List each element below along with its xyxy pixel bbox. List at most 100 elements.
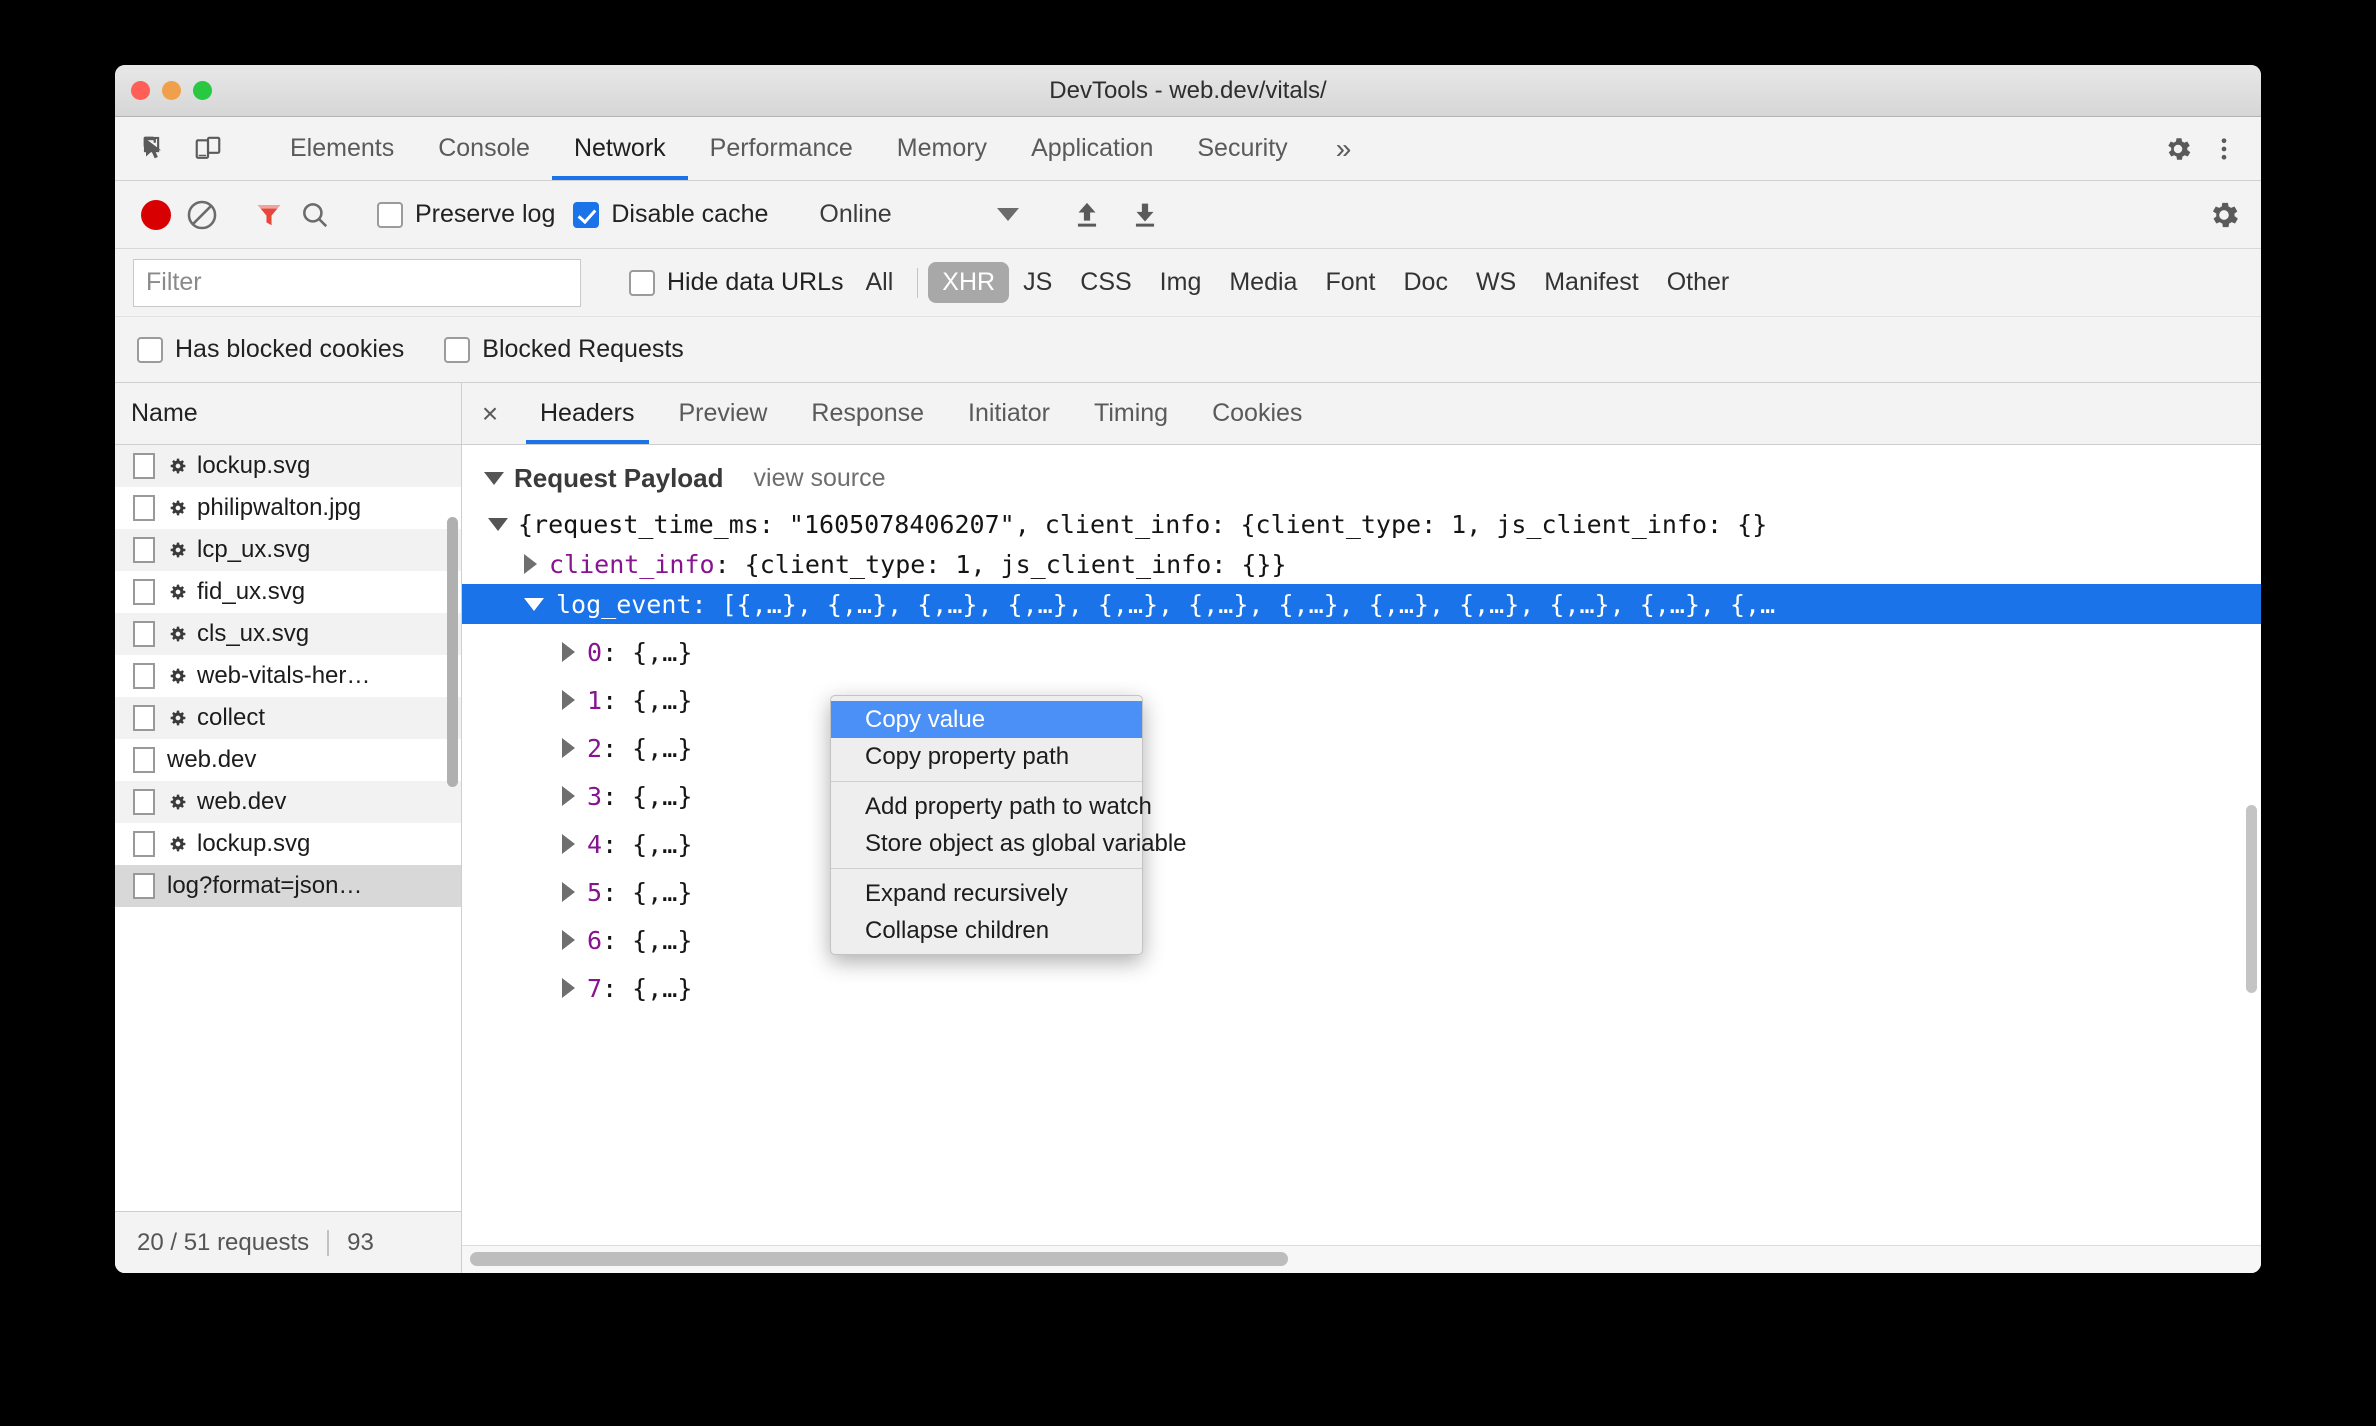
tab-network[interactable]: Network: [551, 117, 688, 180]
triangle-right-icon[interactable]: [562, 834, 575, 854]
more-tabs-chevron-icon[interactable]: »: [1310, 117, 1378, 180]
zoom-window-button[interactable]: [193, 81, 212, 100]
download-arrow-icon[interactable]: [1122, 192, 1168, 238]
payload-vertical-scrollbar[interactable]: [2246, 805, 2257, 993]
view-source-link[interactable]: view source: [754, 464, 886, 493]
detail-tab-timing[interactable]: Timing: [1072, 383, 1190, 444]
preserve-log-box[interactable]: [377, 201, 403, 228]
log-event-item-row[interactable]: 0: {,…}: [462, 632, 2261, 672]
menu-item[interactable]: Collapse children: [831, 912, 1142, 949]
payload-section-toggle[interactable]: Request Payload: [484, 463, 724, 494]
log-event-item-row[interactable]: 4: {,…}: [462, 824, 2261, 864]
filter-type-js[interactable]: JS: [1009, 262, 1066, 303]
request-row[interactable]: web-vitals-her…: [115, 655, 461, 697]
more-vertical-icon[interactable]: [2201, 126, 2247, 172]
request-row-checkbox[interactable]: [133, 705, 155, 731]
record-icon[interactable]: [133, 192, 179, 238]
request-row[interactable]: cls_ux.svg: [115, 613, 461, 655]
settings-gear-icon[interactable]: [2155, 126, 2201, 172]
preserve-log-checkbox[interactable]: Preserve log: [377, 200, 555, 229]
detail-tab-cookies[interactable]: Cookies: [1190, 383, 1324, 444]
request-row-checkbox[interactable]: [133, 831, 155, 857]
device-toolbar-icon[interactable]: [185, 126, 231, 172]
detail-tab-preview[interactable]: Preview: [657, 383, 790, 444]
request-row-checkbox[interactable]: [133, 789, 155, 815]
menu-item[interactable]: Store object as global variable: [831, 825, 1187, 862]
log-event-item-row[interactable]: 7: {,…}: [462, 968, 2261, 1008]
menu-item[interactable]: Copy property path: [831, 738, 1142, 775]
tab-security[interactable]: Security: [1175, 117, 1309, 180]
close-window-button[interactable]: [131, 81, 150, 100]
hide-data-urls-checkbox[interactable]: Hide data URLs: [629, 268, 843, 297]
payload-horizontal-scrollbar[interactable]: [470, 1252, 1288, 1266]
request-row[interactable]: philipwalton.jpg: [115, 487, 461, 529]
menu-item[interactable]: Expand recursively: [831, 875, 1142, 912]
has-blocked-cookies-checkbox[interactable]: Has blocked cookies: [137, 335, 404, 364]
request-list-scrollbar[interactable]: [447, 517, 458, 787]
triangle-down-icon[interactable]: [488, 517, 508, 531]
tab-performance[interactable]: Performance: [688, 117, 875, 180]
detail-tab-response[interactable]: Response: [789, 383, 946, 444]
request-row[interactable]: web.dev: [115, 781, 461, 823]
filter-type-ws[interactable]: WS: [1462, 262, 1530, 303]
triangle-right-icon[interactable]: [562, 642, 575, 662]
triangle-right-icon[interactable]: [562, 738, 575, 758]
detail-tab-headers[interactable]: Headers: [518, 383, 657, 444]
filter-type-css[interactable]: CSS: [1066, 262, 1145, 303]
filter-type-media[interactable]: Media: [1215, 262, 1311, 303]
menu-item[interactable]: Add property path to watch: [831, 788, 1152, 825]
filter-type-all[interactable]: All: [851, 262, 907, 303]
triangle-down-icon[interactable]: [524, 597, 544, 611]
filter-type-manifest[interactable]: Manifest: [1530, 262, 1652, 303]
menu-item[interactable]: Copy value: [831, 701, 1142, 738]
upload-arrow-icon[interactable]: [1064, 192, 1110, 238]
request-row[interactable]: lockup.svg: [115, 445, 461, 487]
triangle-right-icon[interactable]: [562, 882, 575, 902]
request-row-checkbox[interactable]: [133, 747, 155, 773]
filter-funnel-icon[interactable]: [246, 192, 292, 238]
request-row[interactable]: web.dev: [115, 739, 461, 781]
tab-application[interactable]: Application: [1009, 117, 1175, 180]
throttling-select[interactable]: Online: [819, 200, 1020, 229]
filter-type-font[interactable]: Font: [1311, 262, 1389, 303]
log-event-item-row[interactable]: 6: {,…}: [462, 920, 2261, 960]
clear-icon[interactable]: [179, 192, 225, 238]
blocked-requests-checkbox[interactable]: Blocked Requests: [444, 335, 684, 364]
request-row[interactable]: log?format=json…: [115, 865, 461, 907]
disable-cache-box[interactable]: [573, 201, 600, 228]
filter-type-doc[interactable]: Doc: [1389, 262, 1461, 303]
has-blocked-cookies-box[interactable]: [137, 336, 163, 363]
request-name-column-header[interactable]: Name: [115, 383, 461, 445]
disable-cache-checkbox[interactable]: Disable cache: [573, 200, 768, 229]
filter-type-xhr[interactable]: XHR: [928, 262, 1010, 303]
minimize-window-button[interactable]: [162, 81, 181, 100]
log-event-item-row[interactable]: 2: {,…}: [462, 728, 2261, 768]
tab-memory[interactable]: Memory: [875, 117, 1009, 180]
request-row-checkbox[interactable]: [133, 453, 155, 479]
request-row[interactable]: fid_ux.svg: [115, 571, 461, 613]
search-icon[interactable]: [292, 192, 338, 238]
triangle-right-icon[interactable]: [562, 930, 575, 950]
request-row-checkbox[interactable]: [133, 663, 155, 689]
triangle-right-icon[interactable]: [524, 554, 537, 574]
filter-input[interactable]: [133, 258, 581, 307]
request-row-checkbox[interactable]: [133, 495, 155, 521]
tab-elements[interactable]: Elements: [268, 117, 416, 180]
client-info-row[interactable]: client_info : {client_type: 1, js_client…: [462, 544, 2261, 584]
log-event-item-row[interactable]: 3: {,…}: [462, 776, 2261, 816]
triangle-right-icon[interactable]: [562, 690, 575, 710]
filter-type-other[interactable]: Other: [1653, 262, 1744, 303]
hide-data-urls-box[interactable]: [629, 269, 655, 296]
log-event-item-row[interactable]: 5: {,…}: [462, 872, 2261, 912]
tab-console[interactable]: Console: [416, 117, 552, 180]
request-row-checkbox[interactable]: [133, 579, 155, 605]
filter-type-img[interactable]: Img: [1146, 262, 1216, 303]
request-row[interactable]: collect: [115, 697, 461, 739]
payload-root-row[interactable]: {request_time_ms: "1605078406207", clien…: [462, 504, 2261, 544]
blocked-requests-box[interactable]: [444, 336, 471, 363]
log-event-row[interactable]: log_event : [{,…}, {,…}, {,…}, {,…}, {,……: [462, 584, 2261, 624]
triangle-right-icon[interactable]: [562, 786, 575, 806]
detail-tab-initiator[interactable]: Initiator: [946, 383, 1072, 444]
request-row[interactable]: lcp_ux.svg: [115, 529, 461, 571]
request-row-checkbox[interactable]: [133, 537, 155, 563]
